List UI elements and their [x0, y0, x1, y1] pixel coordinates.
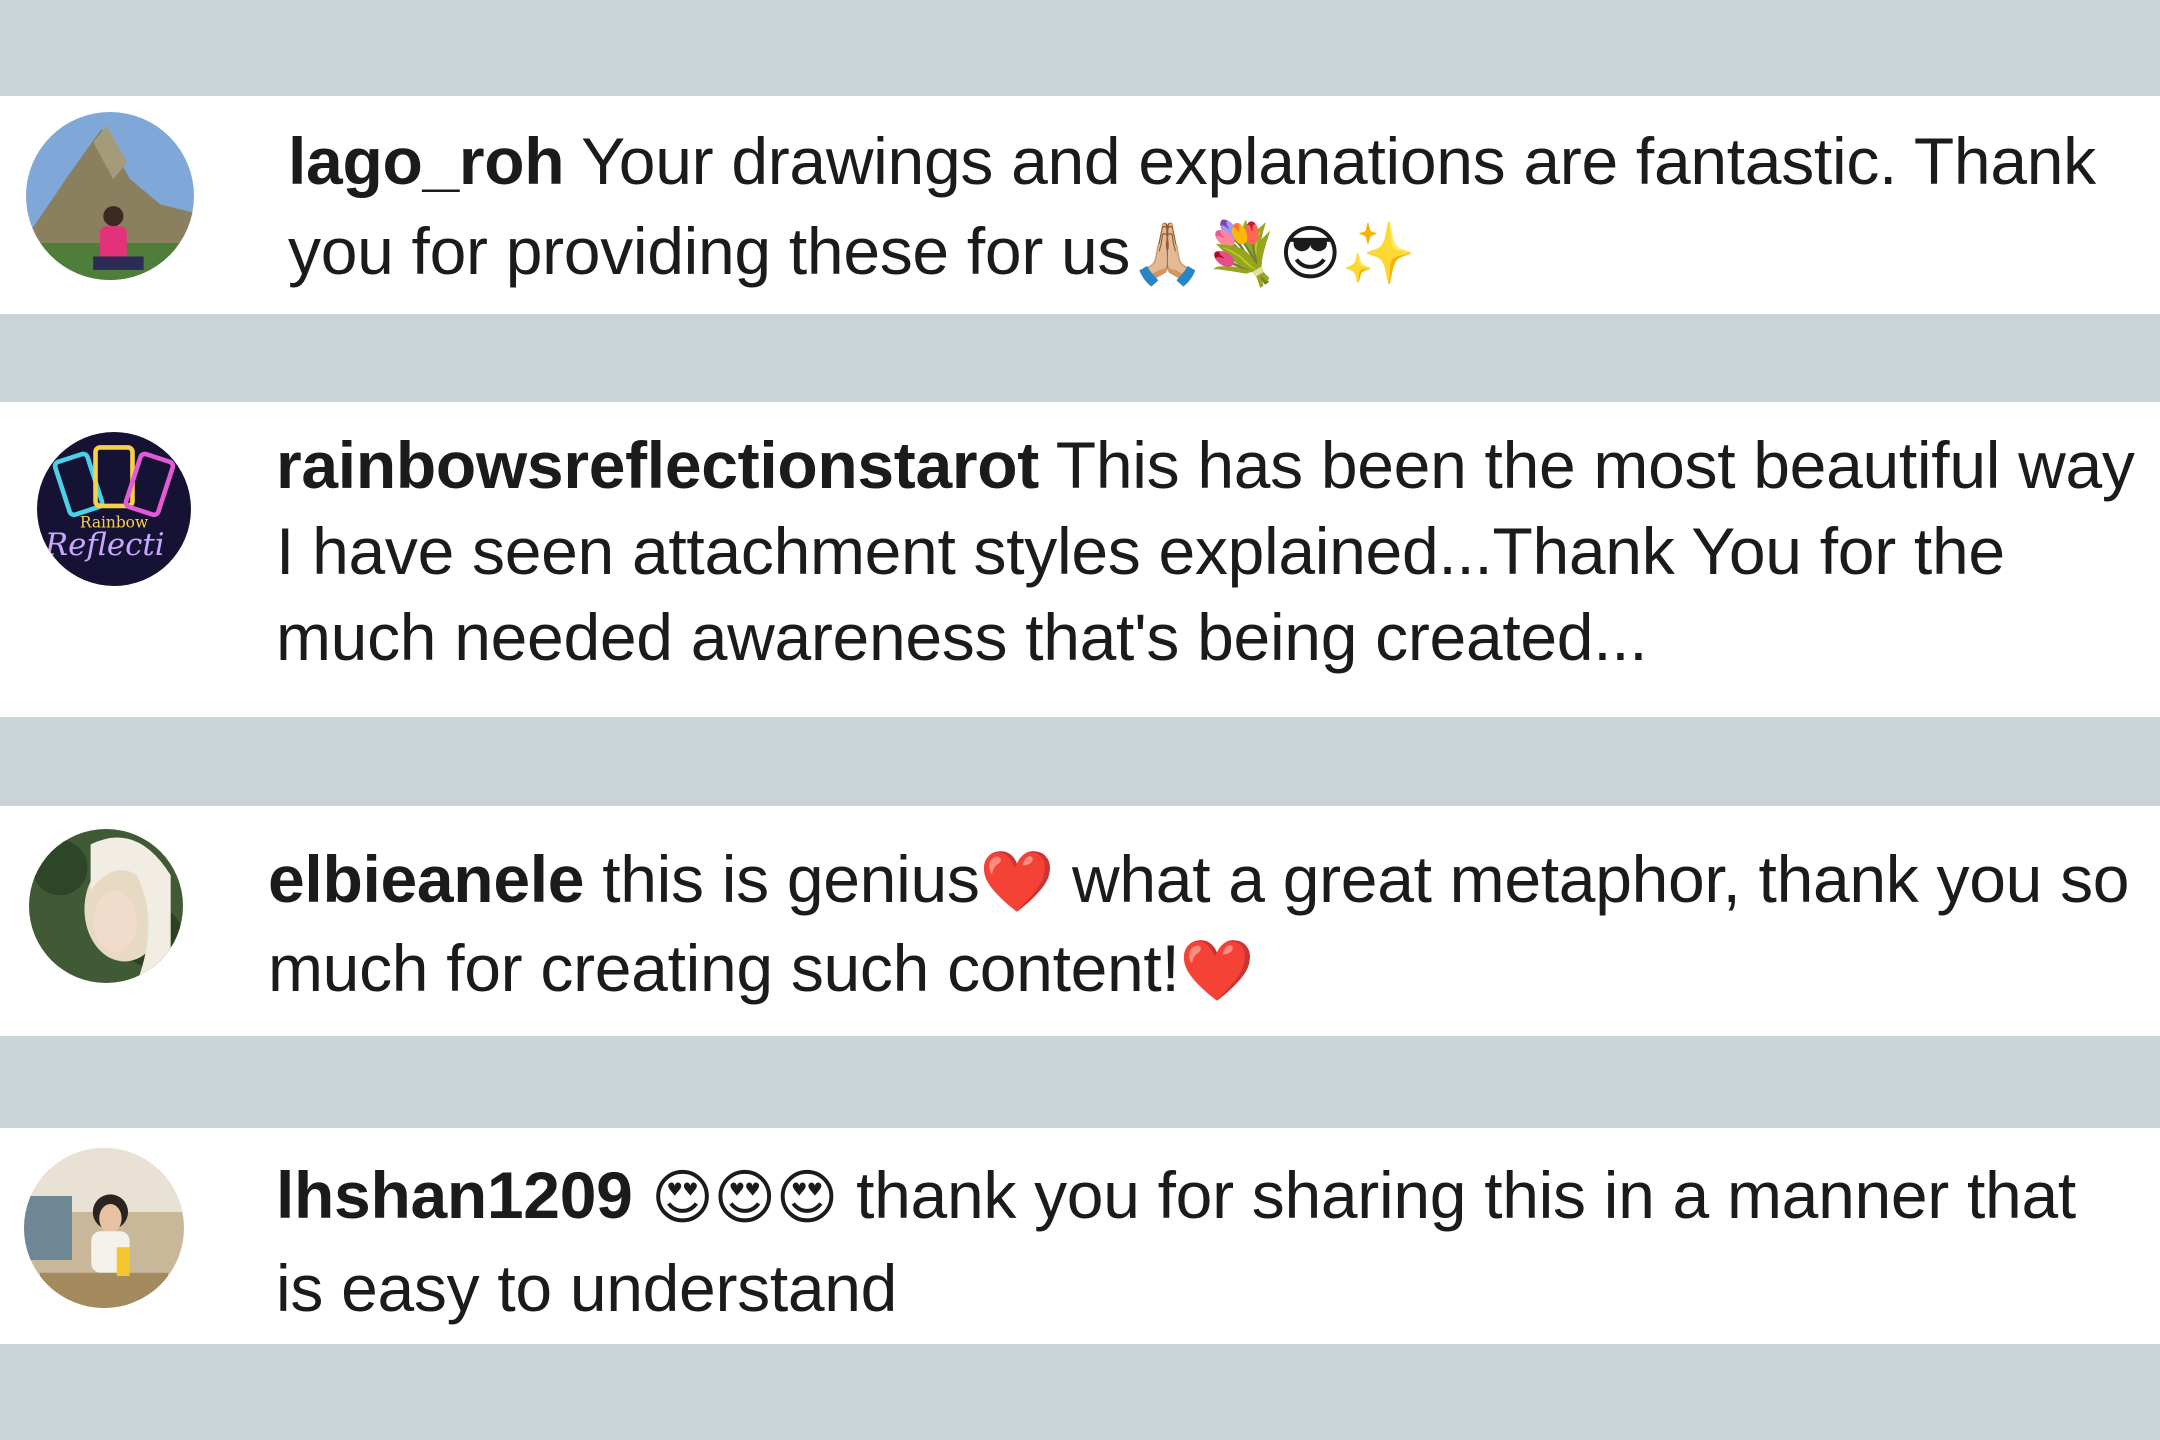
comment-card: lago_roh Your drawings and explanations …	[0, 96, 2160, 314]
comment-text: elbieanele this is genius❤️ what a great…	[268, 836, 2148, 1014]
person-photo-avatar[interactable]	[24, 1148, 184, 1308]
tarot-logo-avatar[interactable]: Rainbow Reflecti	[37, 432, 191, 586]
comment-text: lago_roh Your drawings and explanations …	[288, 116, 2148, 299]
portrait-photo-icon	[29, 829, 183, 983]
comment-body: this is genius	[584, 842, 980, 916]
tarot-logo-bottom-text: Reflecti	[44, 527, 165, 563]
comment-username[interactable]: lago_roh	[288, 124, 565, 198]
comment-username[interactable]: rainbowsreflectionstarot	[276, 428, 1039, 502]
mountain-photo-avatar[interactable]	[26, 112, 194, 280]
comment-username[interactable]: lhshan1209	[276, 1158, 633, 1232]
person-photo-icon	[24, 1148, 184, 1308]
comment-card: lhshan1209 😍😍😍 thank you for sharing thi…	[0, 1128, 2160, 1344]
heart-emoji: ❤️	[1179, 936, 1255, 1006]
portrait-photo-avatar[interactable]	[29, 829, 183, 983]
comment-card: elbieanele this is genius❤️ what a great…	[0, 806, 2160, 1036]
heart-eyes-emoji: 😍😍😍	[632, 1163, 839, 1233]
comment-card: Rainbow Reflecti rainbowsreflectionstaro…	[0, 402, 2160, 717]
tarot-logo-icon: Rainbow Reflecti	[37, 432, 191, 586]
comment-text: rainbowsreflectionstarot This has been t…	[276, 422, 2140, 680]
comment-username[interactable]: elbieanele	[268, 842, 584, 916]
mountain-photo-icon	[26, 112, 194, 280]
comment-emojis: 🙏🏼💐😎✨	[1130, 219, 1416, 289]
heart-emoji: ❤️	[979, 847, 1055, 917]
comment-text: lhshan1209 😍😍😍 thank you for sharing thi…	[276, 1150, 2140, 1333]
